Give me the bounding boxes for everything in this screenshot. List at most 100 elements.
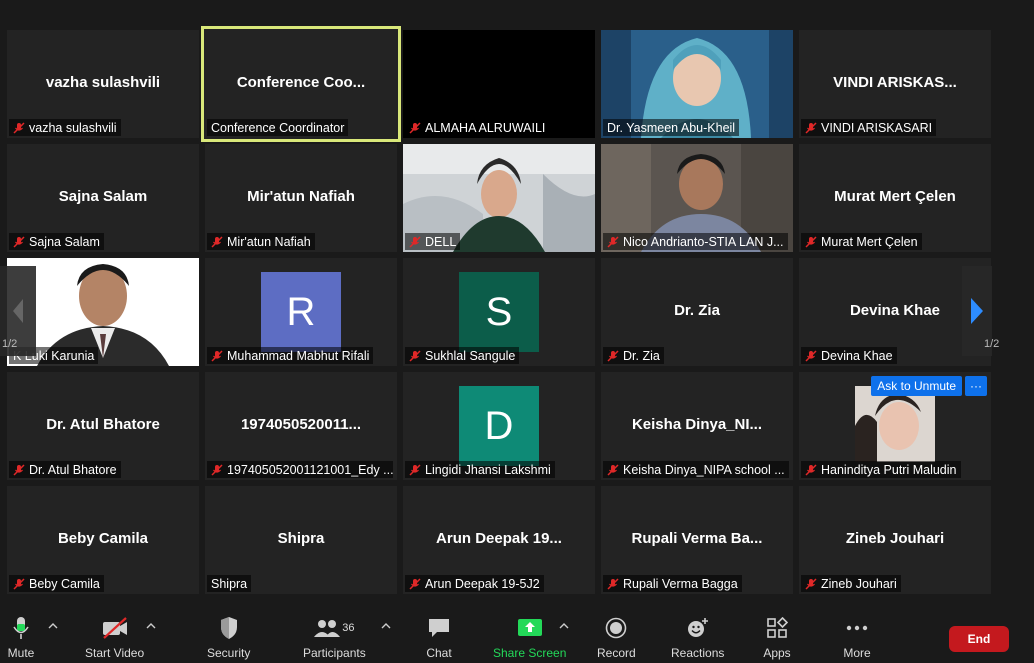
participant-avatar: D — [459, 386, 539, 466]
record-label: Record — [597, 646, 636, 660]
start-video-button[interactable]: Start Video — [85, 616, 144, 660]
apps-button[interactable]: Apps — [762, 616, 792, 660]
mute-button[interactable]: Mute — [6, 616, 36, 660]
participants-options-caret-icon[interactable] — [381, 622, 391, 630]
mic-muted-icon — [409, 122, 421, 134]
participant-video — [855, 386, 935, 462]
participant-tile[interactable]: Keisha Dinya_NI... Keisha Dinya_NIPA sch… — [601, 372, 793, 480]
participant-tile[interactable]: ALMAHA ALRUWAILI — [403, 30, 595, 138]
participant-tile[interactable]: Beby Camila Beby Camila — [7, 486, 199, 594]
participant-tile[interactable]: Arun Deepak 19... Arun Deepak 19-5J2 — [403, 486, 595, 594]
share-options-caret-icon[interactable] — [559, 622, 569, 630]
participant-tile[interactable]: VINDI ARISKAS... VINDI ARISKASARI — [799, 30, 991, 138]
participant-tile[interactable]: Dr. Atul Bhatore Dr. Atul Bhatore — [7, 372, 199, 480]
participant-tile[interactable]: Ask to Unmute ··· Haninditya Putri Malud… — [799, 372, 991, 480]
reactions-label: Reactions — [671, 646, 725, 660]
chevron-left-icon — [13, 299, 23, 323]
participant-display-name: 1974050520011... — [240, 416, 362, 433]
security-button[interactable]: Security — [207, 616, 250, 660]
participant-display-name: vazha sulashvili — [45, 74, 161, 91]
participant-tile[interactable]: Rupali Verma Ba... Rupali Verma Bagga — [601, 486, 793, 594]
reactions-button[interactable]: Reactions — [671, 616, 724, 660]
mic-muted-icon — [805, 122, 817, 134]
participant-tile[interactable]: Dr. Zia Dr. Zia — [601, 258, 793, 366]
participant-name-tag: VINDI ARISKASARI — [801, 119, 937, 136]
participant-name-tag: Sajna Salam — [9, 233, 104, 250]
participant-name: Dr. Zia — [623, 349, 660, 363]
participant-name: Lingidi Jhansi Lakshmi — [425, 463, 551, 477]
mic-muted-icon — [409, 464, 421, 476]
mic-muted-icon — [805, 350, 817, 362]
participant-tile[interactable]: Sajna Salam Sajna Salam — [7, 144, 199, 252]
end-meeting-button[interactable]: End — [949, 626, 1009, 652]
participant-tile[interactable]: R Muhammad Mabhut Rifali — [205, 258, 397, 366]
mic-muted-icon — [805, 464, 817, 476]
participant-name-tag: Dr. Atul Bhatore — [9, 461, 121, 478]
mic-muted-icon — [607, 350, 619, 362]
chat-bubble-icon — [429, 619, 449, 637]
participants-count: 36 — [342, 622, 355, 634]
participants-button[interactable]: 36 Participants — [303, 616, 366, 660]
participant-tile[interactable]: D Lingidi Jhansi Lakshmi — [403, 372, 595, 480]
participant-tile[interactable]: 1974050520011... 197405052001121001_Edy … — [205, 372, 397, 480]
participant-name-tag: Mir'atun Nafiah — [207, 233, 315, 250]
more-button[interactable]: More — [842, 616, 872, 660]
participant-tile[interactable]: S Sukhlal Sangule — [403, 258, 595, 366]
participants-label: Participants — [303, 646, 366, 660]
participant-display-name: Beby Camila — [57, 530, 149, 547]
participant-name-tag: vazha sulashvili — [9, 119, 121, 136]
participant-tile[interactable]: Nico Andrianto-STIA LAN J... — [601, 144, 793, 252]
participant-tile[interactable]: Mir'atun Nafiah Mir'atun Nafiah — [205, 144, 397, 252]
participant-name: Beby Camila — [29, 577, 100, 591]
participant-tile[interactable]: Zineb Jouhari Zineb Jouhari — [799, 486, 991, 594]
record-icon — [606, 617, 627, 639]
video-options-caret-icon[interactable] — [146, 622, 156, 630]
participant-display-name: Murat Mert Çelen — [834, 188, 956, 205]
participant-name-tag: Devina Khae — [801, 347, 897, 364]
shield-icon — [220, 617, 237, 639]
mic-muted-icon — [607, 464, 619, 476]
participant-name: Nico Andrianto-STIA LAN J... — [623, 235, 784, 249]
participant-display-name: Keisha Dinya_NI... — [631, 416, 763, 433]
participant-tile[interactable]: vazha sulashvili vazha sulashvili — [7, 30, 199, 138]
tile-hover-actions: Ask to Unmute ··· — [871, 376, 987, 396]
apps-icon — [767, 617, 788, 638]
participant-name-tag: Keisha Dinya_NIPA school ... — [603, 461, 789, 478]
participant-tile[interactable]: Shipra Shipra — [205, 486, 397, 594]
participant-display-name: Arun Deepak 19... — [436, 530, 562, 547]
chat-button[interactable]: Chat — [424, 616, 454, 660]
mic-muted-icon — [409, 236, 421, 248]
participant-display-name: Sajna Salam — [58, 188, 148, 205]
share-screen-button[interactable]: Share Screen — [493, 616, 566, 660]
chevron-right-icon — [971, 298, 983, 324]
participant-name: DELL — [425, 235, 457, 249]
video-gallery: vazha sulashvili vazha sulashvili Confer… — [0, 0, 1034, 600]
participant-display-name: Conference Coo... — [236, 74, 366, 91]
participant-tile[interactable]: DELL — [403, 144, 595, 252]
security-label: Security — [207, 646, 251, 660]
participant-name: Conference Coordinator — [211, 121, 345, 135]
participant-display-name: Dr. Zia — [674, 302, 720, 319]
participant-name: Shipra — [211, 577, 248, 591]
more-options-button[interactable]: ··· — [965, 376, 987, 396]
ask-to-unmute-button[interactable]: Ask to Unmute — [871, 376, 962, 396]
share-screen-icon — [517, 619, 542, 636]
mic-muted-icon — [607, 578, 619, 590]
record-button[interactable]: Record — [597, 616, 636, 660]
participant-tile[interactable]: Murat Mert Çelen Murat Mert Çelen — [799, 144, 991, 252]
chat-label: Chat — [426, 646, 452, 660]
microphone-icon — [13, 617, 29, 639]
participant-name: Murat Mert Çelen — [821, 235, 918, 249]
participant-name-tag: 197405052001121001_Edy ... — [207, 461, 393, 478]
participant-tile-active-speaker[interactable]: Conference Coo... Conference Coordinator — [201, 26, 401, 142]
participant-name-tag: Shipra — [207, 575, 252, 592]
participant-tile[interactable]: Dr. Yasmeen Abu-Kheil — [601, 30, 793, 138]
more-label: More — [843, 646, 871, 660]
mic-muted-icon — [211, 464, 223, 476]
participant-name-tag: Muhammad Mabhut Rifali — [207, 347, 374, 364]
participant-name-tag: Zineb Jouhari — [801, 575, 901, 592]
mic-muted-icon — [13, 578, 25, 590]
audio-options-caret-icon[interactable] — [48, 622, 58, 630]
participant-name-tag: Haninditya Putri Maludin — [801, 461, 961, 478]
participant-name-tag: Beby Camila — [9, 575, 104, 592]
